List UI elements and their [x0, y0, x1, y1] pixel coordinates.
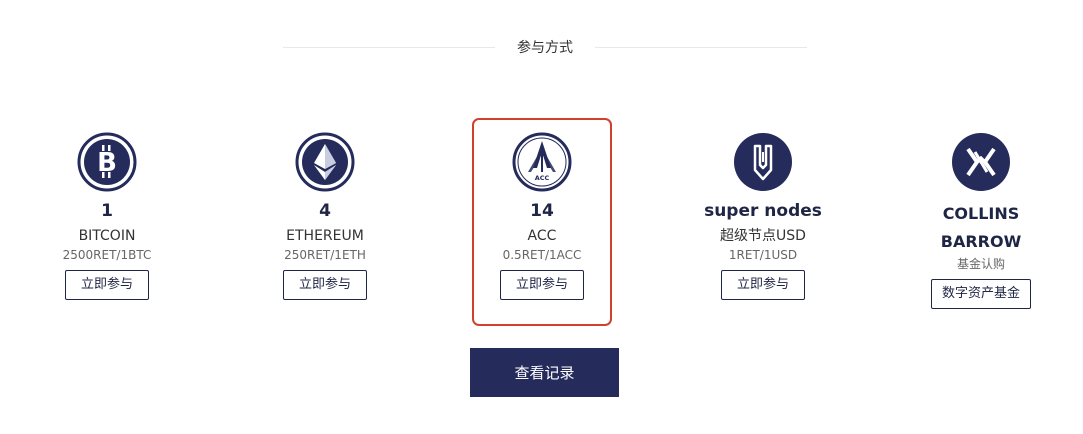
card-rate: 2500RET/1BTC [62, 248, 152, 262]
card-rate: 基金认购 [956, 257, 1005, 271]
card-count: 14 [530, 201, 554, 221]
card-coin-name: BITCOIN [78, 228, 136, 244]
svg-text:B: B [97, 148, 117, 178]
acc-logo-icon: ACC [512, 132, 572, 192]
ethereum-icon [295, 132, 355, 192]
card-coin-name: ETHEREUM [286, 228, 364, 244]
join-button-super-nodes[interactable]: 立即参与 [721, 270, 805, 300]
join-button-bitcoin[interactable]: 立即参与 [65, 270, 149, 300]
collins-barrow-logo-icon [952, 133, 1010, 191]
bitcoin-icon: B [77, 132, 137, 192]
divider-right [595, 46, 807, 48]
participation-section: 参与方式 B 1 BITCOIN 2500RET/1BTC 立即参与 4 ETH… [0, 0, 1083, 434]
card-collins-barrow: COLLINS BARROW 基金认购 数字资产基金 [911, 118, 1051, 326]
card-count: 1 [101, 201, 113, 221]
participation-cards: B 1 BITCOIN 2500RET/1BTC 立即参与 4 ETHEREUM… [0, 118, 1083, 328]
card-ethereum: 4 ETHEREUM 250RET/1ETH 立即参与 [255, 118, 395, 326]
section-title: 参与方式 [517, 40, 573, 56]
pen-nib-icon [734, 133, 792, 191]
section-header: 参与方式 [283, 30, 807, 64]
card-count: super nodes [704, 201, 822, 221]
join-button-collins-barrow[interactable]: 数字资产基金 [930, 279, 1031, 309]
view-records-button[interactable]: 查看记录 [470, 348, 619, 397]
card-coin-name: ACC [527, 228, 557, 244]
acc-logo-text: ACC [535, 174, 550, 182]
card-rate: 0.5RET/1ACC [502, 248, 582, 262]
card-count: COLLINS BARROW [940, 204, 1022, 251]
card-coin-name: 超级节点USD [720, 228, 806, 244]
card-rate: 1RET/1USD [728, 248, 798, 262]
card-super-nodes: super nodes 超级节点USD 1RET/1USD 立即参与 [693, 118, 833, 326]
join-button-ethereum[interactable]: 立即参与 [283, 270, 367, 300]
join-button-acc[interactable]: 立即参与 [500, 270, 584, 300]
card-bitcoin: B 1 BITCOIN 2500RET/1BTC 立即参与 [37, 118, 177, 326]
card-rate: 250RET/1ETH [284, 248, 366, 262]
divider-left [283, 46, 495, 48]
card-acc: ACC 14 ACC 0.5RET/1ACC 立即参与 [472, 118, 612, 326]
card-count: 4 [319, 201, 331, 221]
